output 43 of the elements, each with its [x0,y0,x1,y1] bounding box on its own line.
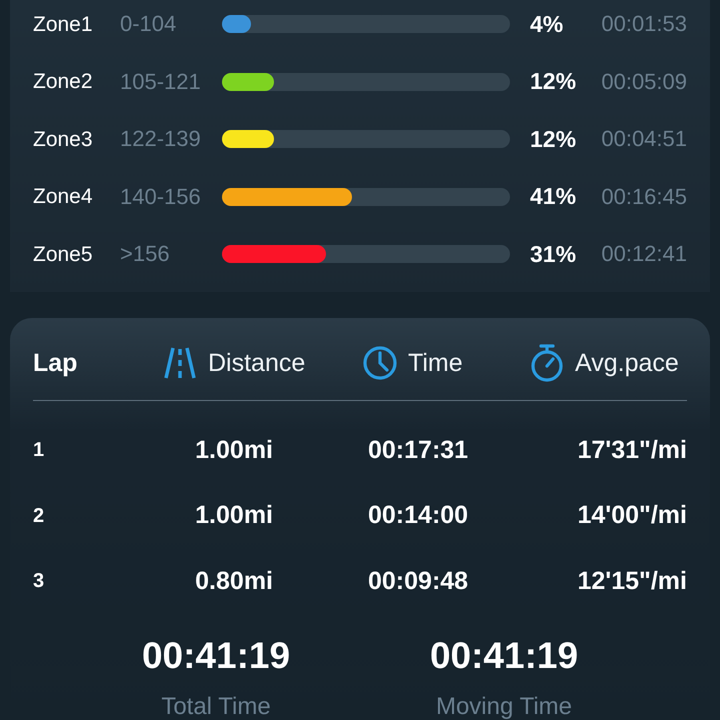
zone-percent: 4% [530,12,564,36]
total-value: 00:41:19 [430,634,578,678]
lap-pace: 14'00"/mi [576,503,687,528]
column-header: Lap [33,350,78,376]
zone-name: Zone3 [33,128,94,150]
zone-percent: 12% [530,70,578,93]
column-header: Time [408,350,463,376]
lap-number: 3 [33,571,46,591]
column-header: Avg.pace [575,350,679,376]
zone-range: 122-139 [120,128,202,150]
lap-time: 00:17:31 [368,438,470,462]
zone-duration: 00:01:53 [600,13,687,35]
road-icon [163,347,197,379]
zone-name: Zone5 [33,244,94,264]
lap-pace: 17'31"/mi [576,438,687,462]
zone-name: Zone4 [33,186,94,207]
zone-percent: 41% [530,185,578,208]
lap-distance: 1.00mi [194,438,273,462]
zone-percent: 31% [530,242,578,266]
zone-name: Zone2 [33,71,94,92]
zone-range: >156 [120,243,171,265]
lap-distance: 0.80mi [194,568,273,594]
stopwatch-icon [530,344,564,382]
lap-number: 1 [33,440,46,460]
zone-range: 0-104 [120,13,178,35]
zone-duration: 00:12:41 [600,243,687,265]
zone-name: Zone1 [33,14,94,34]
zone-duration: 00:05:09 [600,70,687,92]
lap-distance: 1.00mi [194,503,273,528]
total-value: 00:41:19 [142,634,290,678]
column-header: Distance [208,350,306,376]
total-label: Moving Time [436,694,572,720]
zone-range: 140-156 [120,186,202,208]
clock-icon [363,346,397,380]
lap-time: 00:14:00 [368,503,470,528]
lap-pace: 12'15"/mi [576,568,687,594]
zone-duration: 00:16:45 [600,186,687,208]
lap-number: 2 [33,506,46,526]
lap-time: 00:09:48 [368,568,470,594]
zone-percent: 12% [530,128,578,150]
zone-duration: 00:04:51 [600,128,687,150]
zone-range: 105-121 [120,70,202,92]
total-label: Total Time [161,694,271,720]
